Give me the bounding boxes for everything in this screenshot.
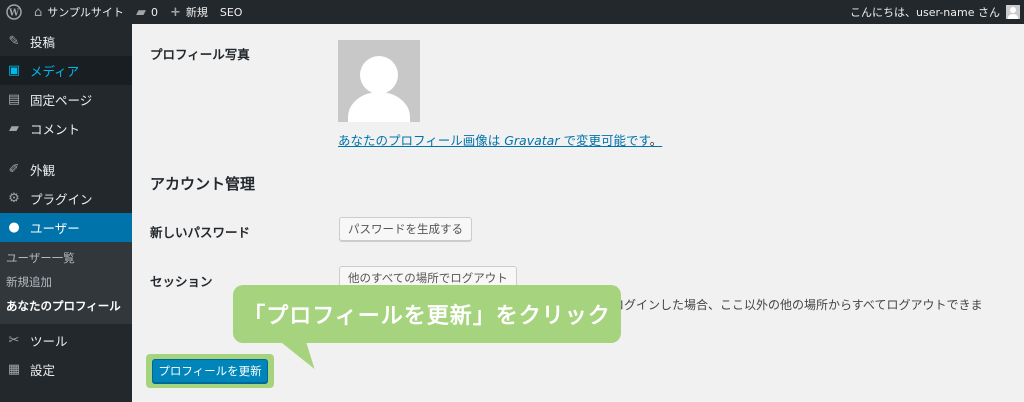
new-label: 新規 [185,6,208,19]
account-management-heading: アカウント管理 [150,175,256,193]
media-icon: ▣ [7,63,21,78]
site-name-link[interactable]: ⌂ サンプルサイト [28,0,130,24]
gravatar-period: 。 [649,133,663,148]
menu-item-comments[interactable]: ▰ コメント [0,114,132,143]
svg-text:W: W [8,9,20,19]
menu-label: メディア [30,64,80,79]
submenu-your-profile[interactable]: あなたのプロフィール [0,294,132,318]
menu-item-appearance[interactable]: ✐ 外観 [0,155,132,184]
profile-photo-label: プロフィール写真 [150,47,250,62]
submenu-all-users[interactable]: ユーザー一覧 [0,246,132,270]
home-icon: ⌂ [34,4,43,20]
comments-link[interactable]: ▰ 0 [130,0,164,24]
comment-icon: ▰ [135,4,146,20]
session-label: セッション [150,274,213,289]
menu-label: ツール [30,334,68,349]
gravatar-link[interactable]: あなたのプロフィール画像は Gravatar で変更可能です。 [338,130,662,149]
menu-label: コメント [30,122,81,137]
menu-item-plugins[interactable]: ⚙ プラグイン [0,184,132,213]
page-icon: ▤ [7,92,21,107]
menu-separator [0,143,132,155]
menu-label: 設定 [30,363,56,378]
greeting: こんにちは、user-name さん [850,6,1000,19]
gravatar-text: あなたのプロフィール画像は [338,133,505,148]
menu-label: ユーザー [30,221,80,236]
session-description: ログインした場合、ここ以外の他の場所からすべてログアウトできま [612,298,983,312]
new-content-link[interactable]: + 新規 [164,0,214,24]
profile-avatar-image [338,40,420,122]
admin-sidebar: ✎ 投稿 ▣ メディア ▤ 固定ページ ▰ コメント ✐ 外観 ⚙ プラグイン … [0,24,132,402]
menu-item-posts[interactable]: ✎ 投稿 [0,27,132,56]
comment-icon: ▰ [9,121,19,136]
menu-item-media[interactable]: ▣ メディア [0,56,132,85]
gravatar-name: Gravatar [504,133,560,148]
plus-icon: + [169,4,181,20]
menu-item-pages[interactable]: ▤ 固定ページ [0,85,132,114]
menu-item-users[interactable]: ● ユーザー [0,213,132,242]
wordpress-logo-icon[interactable]: W [0,0,28,24]
new-password-label: 新しいパスワード [150,225,251,240]
profile-content: プロフィール写真 あなたのプロフィール画像は Gravatar で変更可能です。… [132,24,1024,402]
menu-item-settings[interactable]: ▦ 設定 [0,355,132,384]
gravatar-text-after: で変更可能です [559,133,650,148]
pin-icon: ✎ [8,34,20,49]
settings-icon: ▦ [7,362,21,377]
menu-item-tools[interactable]: ✂ ツール [0,326,132,355]
user-avatar-icon [1006,5,1020,19]
site-name: サンプルサイト [47,6,124,19]
generate-password-button[interactable]: パスワードを生成する [339,217,472,241]
submenu-add-new[interactable]: 新規追加 [0,270,132,294]
menu-label: 外観 [30,163,56,178]
admin-bar: W ⌂ サンプルサイト ▰ 0 + 新規 SEO こんにちは、user-name… [0,0,1024,24]
my-account-link[interactable]: こんにちは、user-name さん [844,0,1024,24]
comments-count: 0 [150,5,158,19]
update-profile-button[interactable]: プロフィールを更新 [152,359,268,383]
menu-label: プラグイン [30,192,93,207]
seo-label: SEO [219,5,243,19]
menu-label: 投稿 [30,35,56,50]
wrench-icon: ✂ [8,333,20,348]
plugin-icon: ⚙ [8,191,20,206]
seo-link[interactable]: SEO [214,0,249,24]
instruction-callout: 「プロフィールを更新」をクリック [233,285,621,343]
user-icon: ● [8,220,20,235]
brush-icon: ✐ [8,162,20,177]
menu-label: 固定ページ [30,93,93,108]
users-submenu: ユーザー一覧 新規追加 あなたのプロフィール [0,242,132,324]
